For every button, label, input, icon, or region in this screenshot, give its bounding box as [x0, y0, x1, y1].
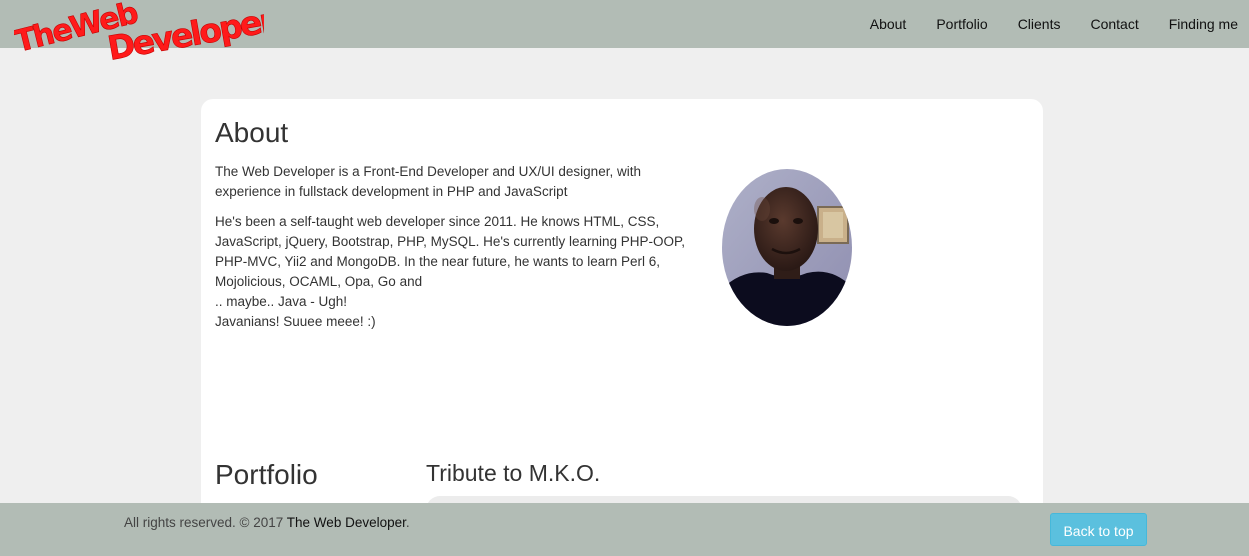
back-to-top-button[interactable]: Back to top	[1050, 513, 1147, 546]
copyright-text: All rights reserved. © 2017	[124, 515, 284, 530]
footer-copyright: All rights reserved. © 2017 The Web Deve…	[124, 515, 410, 530]
nav-links: About Portfolio Clients Contact Finding …	[851, 0, 1249, 48]
about-paragraph-2-line-2: .. maybe.. Java - Ugh!	[215, 294, 348, 309]
about-paragraph-2-main: He's been a self-taught web developer si…	[215, 214, 686, 289]
about-paragraph-1: The Web Developer is a Front-End Develop…	[215, 164, 641, 199]
profile-photo-graphic	[722, 169, 852, 326]
nav-link-about[interactable]: About	[851, 16, 918, 32]
brand-logo[interactable]: TheWeb Developer	[11, 0, 280, 68]
nav-link-finding-me[interactable]: Finding me	[1150, 16, 1249, 32]
about-heading: About	[215, 117, 289, 148]
footer-brand-link[interactable]: The Web Developer	[287, 515, 406, 530]
about-text: The Web Developer is a Front-End Develop…	[215, 162, 685, 342]
about-paragraph-2: He's been a self-taught web developer si…	[215, 212, 685, 332]
about-paragraph-2-line-3: Javanians! Suuee meee! :)	[215, 314, 376, 329]
footer: All rights reserved. © 2017 The Web Deve…	[0, 503, 1249, 556]
brand-logo-graphic: TheWeb Developer	[11, 0, 280, 68]
nav-link-clients[interactable]: Clients	[999, 16, 1072, 32]
profile-photo	[722, 169, 852, 326]
content-card: About The Web Developer is a Front-End D…	[201, 99, 1043, 529]
portfolio-heading: Portfolio	[215, 459, 318, 490]
portfolio-item-title: Tribute to M.K.O.	[426, 460, 601, 486]
footer-period: .	[405, 515, 410, 530]
nav-link-contact[interactable]: Contact	[1071, 16, 1149, 32]
nav-link-portfolio[interactable]: Portfolio	[917, 16, 998, 32]
